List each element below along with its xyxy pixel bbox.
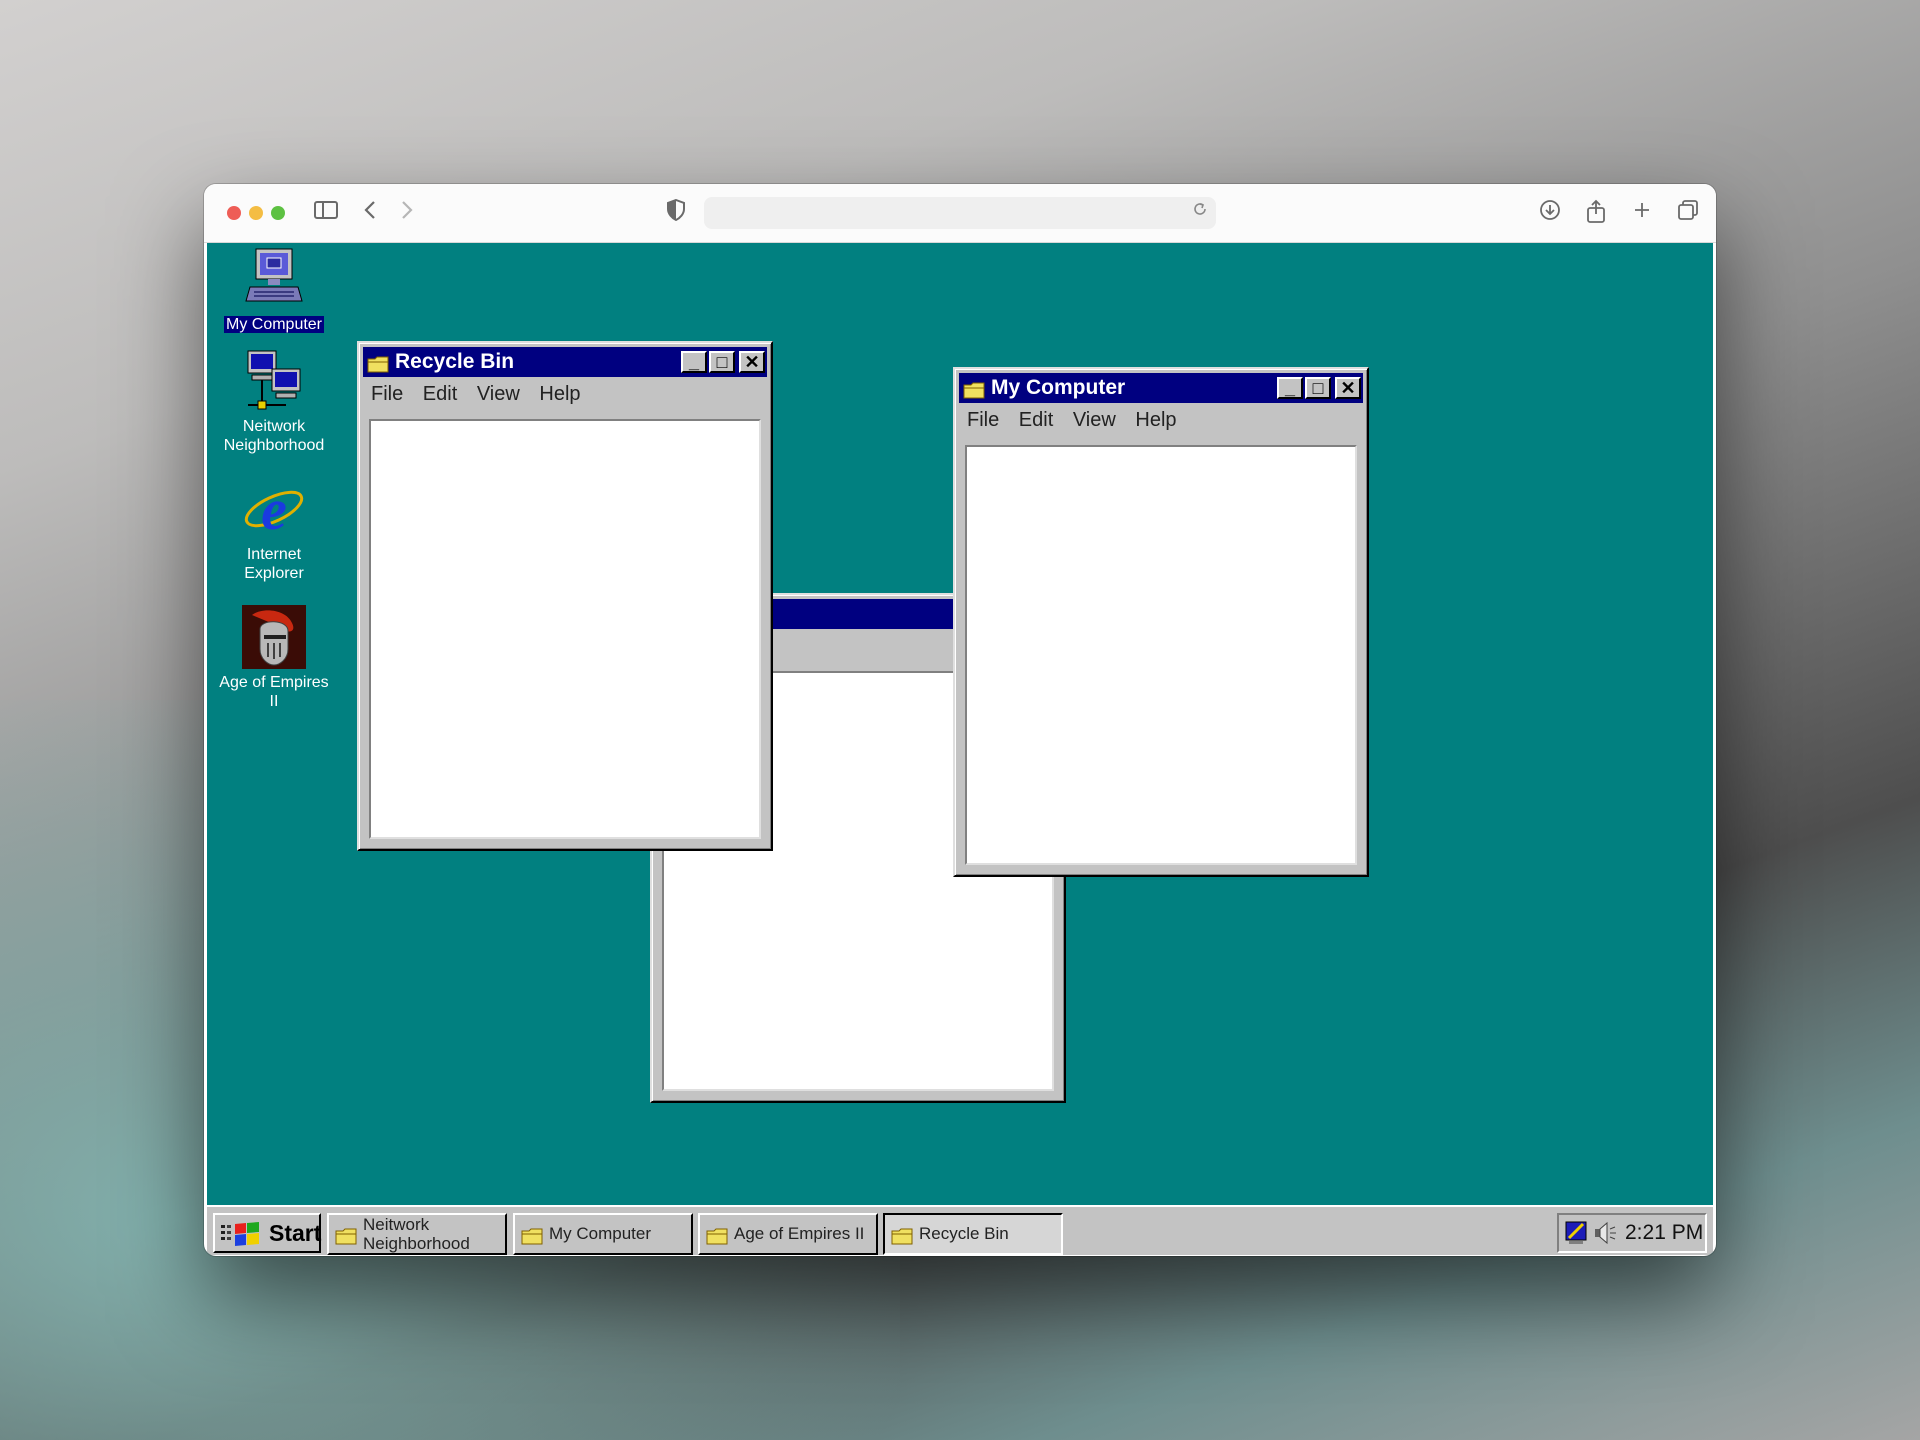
download-icon[interactable] (1536, 199, 1564, 227)
menu-bar: File Edit View Help (961, 409, 1185, 435)
taskbar-item-age-of-empires[interactable]: Age of Empires II (698, 1213, 878, 1255)
network-icon (242, 349, 306, 413)
window-content[interactable] (965, 445, 1357, 865)
share-icon[interactable] (1582, 199, 1610, 227)
back-icon[interactable] (359, 199, 381, 227)
age-of-empires-icon (242, 605, 306, 669)
browser-window: My Computer Neitwork Neighborhood e Inte… (204, 184, 1716, 1256)
display-settings-icon[interactable] (1565, 1220, 1589, 1251)
desktop-icon-label: Neitwork Neighborhood (223, 418, 325, 454)
windows-logo-icon (221, 1221, 261, 1247)
win95-desktop: My Computer Neitwork Neighborhood e Inte… (207, 243, 1713, 1255)
sidebar-icon[interactable] (312, 199, 340, 227)
window-title: My Computer (991, 376, 1126, 399)
zoom-window-button[interactable] (271, 206, 285, 220)
svg-text:e: e (261, 477, 287, 541)
menu-bar: File Edit View Help (365, 383, 589, 409)
window-content[interactable] (369, 419, 761, 839)
desktop-icon-my-computer[interactable]: My Computer (219, 247, 329, 334)
address-bar[interactable] (704, 197, 1216, 229)
volume-icon[interactable] (1593, 1220, 1617, 1251)
clock[interactable]: 2:21 PM (1625, 1215, 1703, 1251)
menu-help[interactable]: Help (539, 383, 580, 405)
folder-icon (335, 1227, 357, 1245)
title-bar[interactable]: My Computer _ □ ✕ (959, 373, 1363, 403)
taskbar-item-network-neighborhood[interactable]: Neitwork Neighborhood (327, 1213, 507, 1255)
taskbar-item-recycle-bin[interactable]: Recycle Bin (883, 1213, 1063, 1255)
browser-toolbar (204, 184, 1716, 243)
forward-icon[interactable] (396, 199, 418, 227)
window-title: Recycle Bin (395, 350, 515, 373)
maximize-icon[interactable]: □ (1305, 377, 1331, 399)
recycle-bin-window[interactable]: Recycle Bin _ □ ✕ File Edit View Help (357, 341, 773, 851)
desktop-icon-age-of-empires[interactable]: Age of Empires II (219, 605, 329, 711)
menu-file[interactable]: File (371, 383, 403, 405)
close-window-button[interactable] (227, 206, 241, 220)
desktop-icon-label: Age of Empires II (219, 674, 329, 710)
desktop-icon-network-neighborhood[interactable]: Neitwork Neighborhood (219, 349, 329, 455)
folder-icon (367, 352, 389, 373)
folder-icon (706, 1227, 728, 1245)
privacy-shield-icon[interactable] (664, 198, 688, 227)
taskbar-item-label: Recycle Bin (919, 1224, 1009, 1243)
menu-edit[interactable]: Edit (423, 383, 457, 405)
maximize-icon[interactable]: □ (709, 351, 735, 373)
menu-view[interactable]: View (1073, 409, 1116, 431)
menu-file[interactable]: File (967, 409, 999, 431)
close-icon[interactable]: ✕ (1335, 377, 1361, 399)
tabs-overview-icon[interactable] (1674, 199, 1702, 227)
system-tray: 2:21 PM (1557, 1213, 1707, 1253)
my-computer-window[interactable]: My Computer _ □ ✕ File Edit View Help (953, 367, 1369, 877)
menu-help[interactable]: Help (1135, 409, 1176, 431)
taskbar-item-my-computer[interactable]: My Computer (513, 1213, 693, 1255)
desktop-icon-label: My Computer (223, 316, 325, 333)
desktop-icon-internet-explorer[interactable]: e Internet Explorer (219, 477, 329, 583)
minimize-icon[interactable]: _ (1277, 377, 1303, 399)
title-bar[interactable]: Recycle Bin _ □ ✕ (363, 347, 767, 377)
taskbar-item-label: My Computer (549, 1224, 652, 1243)
folder-icon (521, 1227, 543, 1245)
start-button[interactable]: Start (213, 1213, 321, 1253)
menu-view[interactable]: View (477, 383, 520, 405)
taskbar-item-label: Neitwork Neighborhood (363, 1215, 470, 1253)
reload-icon[interactable] (1192, 201, 1208, 225)
taskbar-item-label: Age of Empires II (734, 1224, 865, 1243)
new-tab-icon[interactable] (1628, 199, 1656, 227)
internet-explorer-icon: e (242, 477, 306, 542)
minimize-icon[interactable]: _ (681, 351, 707, 373)
desktop-icon-label: Internet Explorer (244, 546, 304, 582)
computer-icon (242, 247, 306, 311)
taskbar: Start Neitwork Neighborhood My Computer A… (207, 1205, 1713, 1255)
start-label: Start (269, 1220, 322, 1246)
menu-edit[interactable]: Edit (1019, 409, 1053, 431)
close-icon[interactable]: ✕ (739, 351, 765, 373)
folder-icon (963, 378, 985, 399)
folder-icon (891, 1227, 913, 1245)
minimize-window-button[interactable] (249, 206, 263, 220)
